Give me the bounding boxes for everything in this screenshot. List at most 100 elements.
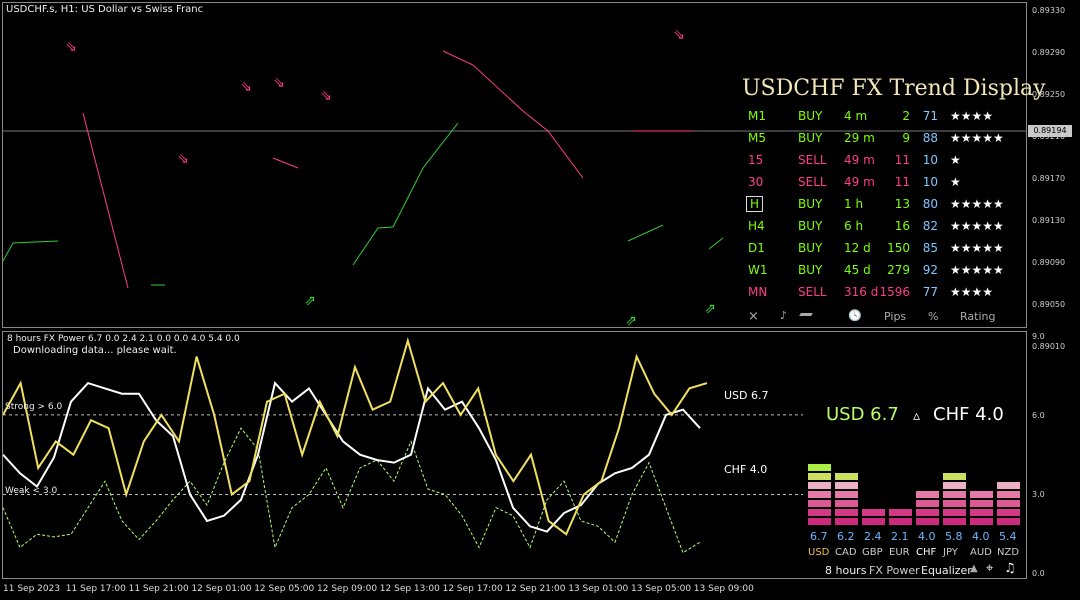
time-tick: 12 Sep 05:00	[254, 584, 315, 594]
equalizer-bar-segment	[970, 500, 993, 507]
equalizer-bar-segment	[943, 482, 966, 489]
equalizer-bar-segment	[862, 509, 885, 516]
equalizer-currency-label[interactable]: CAD	[835, 547, 857, 558]
equalizer-currency-label[interactable]: GBP	[862, 547, 883, 558]
signal-age: 4 m	[844, 109, 868, 123]
price-tick: 0.89330	[1032, 6, 1066, 15]
equalizer-bar-segment	[808, 518, 831, 525]
time-tick: 12 Sep 09:00	[317, 584, 378, 594]
time-axis: 11 Sep 2023 11 Sep 17:00 11 Sep 21:00 12 Se…	[0, 582, 1028, 600]
trend-row: MN SELL 316 d 1596 77 ★★★★	[744, 282, 1024, 304]
sell-arrow-icon: ⇘	[320, 88, 332, 104]
price-tick: 0.89290	[1032, 48, 1066, 57]
percent-value: 10	[922, 153, 938, 167]
eq-period-label[interactable]: 8 hours	[825, 564, 866, 577]
indicator-tick: 0.0	[1032, 569, 1045, 578]
timeframe-label[interactable]: 15	[748, 153, 763, 167]
chf-strength-line	[3, 381, 701, 533]
sell-arrow-icon: ⇘	[273, 75, 285, 91]
chf-strength-big: CHF 4.0	[933, 404, 1004, 425]
signal-label: SELL	[798, 153, 827, 167]
stop-line-sell	[272, 157, 299, 169]
equalizer-bar-segment	[835, 491, 858, 498]
time-tick: 13 Sep 09:00	[693, 584, 754, 594]
rating-stars: ★★★★	[950, 285, 994, 299]
stop-line-buy	[352, 122, 459, 266]
trend-row: 30 SELL 49 m 11 10 ★	[744, 172, 1024, 194]
rating-column-label: Rating	[960, 310, 996, 323]
equalizer-bar-segment	[970, 518, 993, 525]
equalizer-bar-segment	[916, 509, 939, 516]
equalizer-bar-segment	[997, 509, 1020, 516]
timeframe-label[interactable]: D1	[748, 241, 765, 255]
pips-column-label: Pips	[884, 310, 907, 323]
timeframe-label[interactable]: W1	[748, 263, 768, 277]
equalizer-bar-segment	[889, 509, 912, 516]
equalizer-bar-segment	[835, 509, 858, 516]
equalizer-bar-segment	[916, 518, 939, 525]
indicator-axis: 9.0 6.0 3.0 0.0	[1028, 331, 1080, 581]
stop-line-sell	[82, 112, 129, 289]
percent-value: 82	[922, 219, 938, 233]
music-icon[interactable]: ♪	[780, 309, 787, 322]
rating-stars: ★★★★★	[950, 197, 1004, 211]
sell-arrow-icon: ⇘	[177, 151, 189, 167]
timeframe-label[interactable]: M1	[748, 109, 766, 123]
stop-line-sell	[442, 50, 584, 179]
eraser-icon[interactable]	[799, 313, 813, 316]
time-tick: 12 Sep 21:00	[505, 584, 566, 594]
timeframe-label[interactable]: MN	[748, 285, 767, 299]
equalizer-bar-segment	[970, 509, 993, 516]
music-note-icon[interactable]: ♫	[1004, 561, 1016, 576]
equalizer-bar-segment	[943, 500, 966, 507]
trend-row: D1 BUY 12 d 150 85 ★★★★★	[744, 238, 1024, 260]
rating-stars: ★★★★★	[950, 131, 1004, 145]
equalizer-value: 2.1	[891, 530, 909, 543]
sell-arrow-icon: ⇘	[65, 39, 77, 55]
trend-row: H4 BUY 6 h 16 82 ★★★★★	[744, 216, 1024, 238]
equalizer-bar-segment	[916, 500, 939, 507]
signal-label: BUY	[798, 131, 823, 145]
percent-value: 71	[922, 109, 938, 123]
equalizer-currency-label[interactable]: CHF	[916, 547, 936, 558]
close-icon[interactable]: ×	[748, 309, 759, 324]
stop-line-buy	[3, 240, 59, 262]
percent-value: 10	[922, 175, 938, 189]
time-tick: 12 Sep 13:00	[379, 584, 440, 594]
equalizer-currency-label[interactable]: AUD	[970, 547, 992, 558]
sell-arrow-icon: ⇘	[673, 27, 685, 43]
signal-label: SELL	[798, 285, 827, 299]
equalizer-currency-label[interactable]: EUR	[889, 547, 910, 558]
arrow-up-icon[interactable]: ▲	[970, 563, 978, 574]
crosshair-icon[interactable]: ⌖	[986, 561, 993, 576]
clock-icon: 🕓	[848, 309, 862, 322]
equalizer-currency-label[interactable]: NZD	[997, 547, 1019, 558]
equalizer-value: 4.0	[972, 530, 990, 543]
signal-label: SELL	[798, 175, 827, 189]
time-tick: 11 Sep 2023	[3, 584, 61, 594]
equalizer-bar-segment	[916, 491, 939, 498]
timeframe-label[interactable]: H	[746, 196, 764, 212]
trend-row: M5 BUY 29 m 9 88 ★★★★★	[744, 128, 1024, 150]
percent-value: 80	[922, 197, 938, 211]
fx-power-indicator-pane[interactable]: 8 hours FX Power 6.7 0.0 2.4 2.1 0.0 0.0…	[2, 331, 1027, 579]
equalizer-bar-segment	[889, 518, 912, 525]
equalizer-bar-segment	[808, 482, 831, 489]
timeframe-label[interactable]: H4	[748, 219, 765, 233]
percent-value: 92	[922, 263, 938, 277]
price-tick: 0.89090	[1032, 258, 1066, 267]
equalizer-currency-label[interactable]: JPY	[943, 547, 958, 558]
timeframe-label[interactable]: 30	[748, 175, 763, 189]
eq-mode-label[interactable]: Equalizer	[921, 564, 972, 577]
signal-age: 49 m	[844, 175, 875, 189]
timeframe-label[interactable]: M5	[748, 131, 766, 145]
signal-age: 49 m	[844, 153, 875, 167]
equalizer-currency-label[interactable]: USD	[808, 547, 829, 558]
time-tick: 12 Sep 17:00	[442, 584, 503, 594]
equalizer-bar-segment	[808, 509, 831, 516]
equalizer-bar-segment	[808, 491, 831, 498]
equalizer-bar-segment	[997, 491, 1020, 498]
eq-name-label: FX Power	[869, 564, 920, 577]
price-tick: 0.89050	[1032, 300, 1066, 309]
equalizer-bar-segment	[943, 473, 966, 480]
